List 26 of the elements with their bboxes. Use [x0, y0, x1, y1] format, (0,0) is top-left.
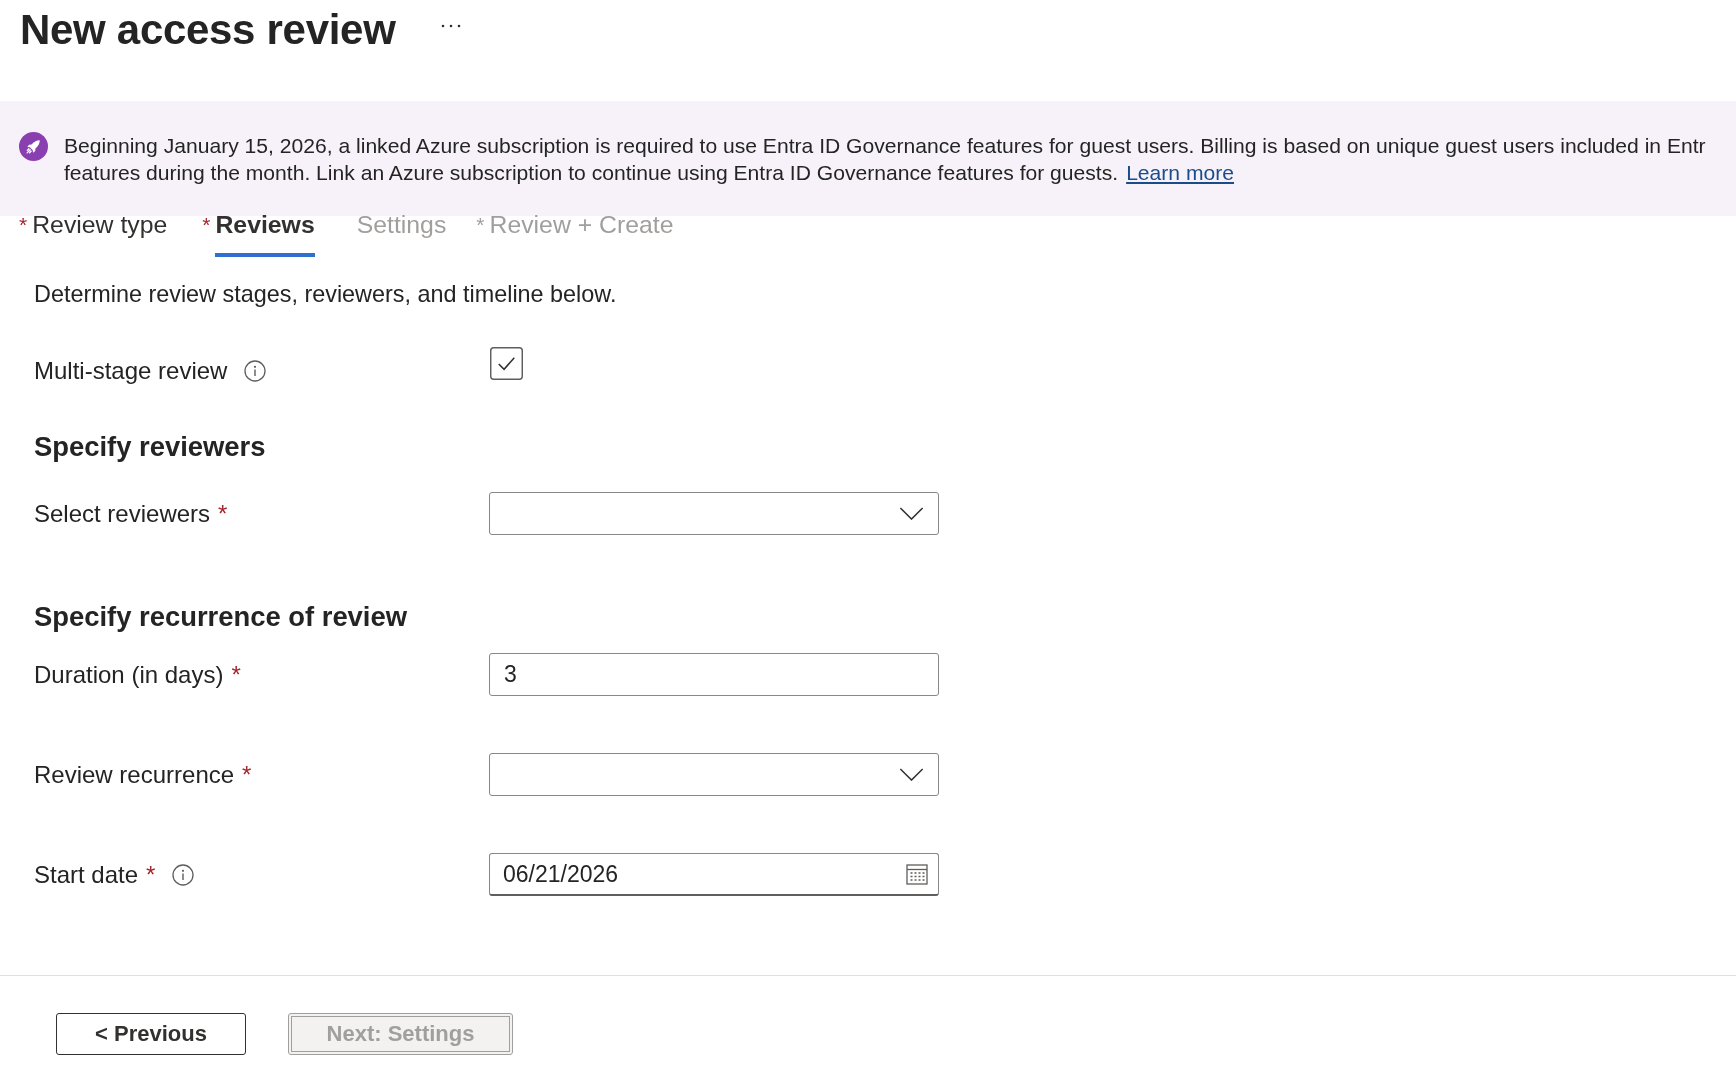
- info-icon[interactable]: [244, 360, 267, 382]
- checkbox[interactable]: [490, 347, 523, 380]
- learn-more-link[interactable]: Learn more: [1126, 161, 1234, 184]
- text-field[interactable]: 3: [489, 653, 939, 696]
- section-heading: Specify recurrence of review: [34, 600, 408, 634]
- chevron-down-icon: [899, 768, 924, 781]
- field-label: Multi-stage review: [34, 357, 228, 385]
- info-icon[interactable]: [172, 863, 195, 886]
- tab[interactable]: * Review type: [19, 210, 168, 257]
- field-label: Select reviewers *: [34, 499, 228, 528]
- page-title: New access review: [20, 6, 396, 54]
- rocket-icon: [19, 132, 48, 161]
- chevron-down-icon: [899, 507, 924, 520]
- wizard-button[interactable]: < Previous: [56, 1013, 246, 1055]
- field-label: Duration (in days) *: [34, 660, 241, 689]
- more-icon[interactable]: [440, 24, 461, 28]
- tab[interactable]: * Reviews: [202, 210, 315, 257]
- notice-message: Beginning January 15, 2026, a linked Azure subscription is required to use Entra ID Governance features for guest users. Billing is based on unique guest users included in Entr features during the month. Link an Azure subscription to continue using Entra ID Governance features for guests. Learn more: [64, 133, 1706, 186]
- calendar-icon[interactable]: [906, 863, 928, 885]
- field-label: Start date *: [34, 860, 156, 889]
- field-label: Review recurrence *: [34, 760, 252, 789]
- intro-text: Determine review stages, reviewers, and timeline below.: [34, 280, 618, 309]
- dropdown[interactable]: [489, 492, 939, 535]
- section-heading: Specify reviewers: [34, 430, 267, 464]
- date-field[interactable]: 06/21/2026: [489, 853, 939, 896]
- dropdown[interactable]: [489, 753, 939, 796]
